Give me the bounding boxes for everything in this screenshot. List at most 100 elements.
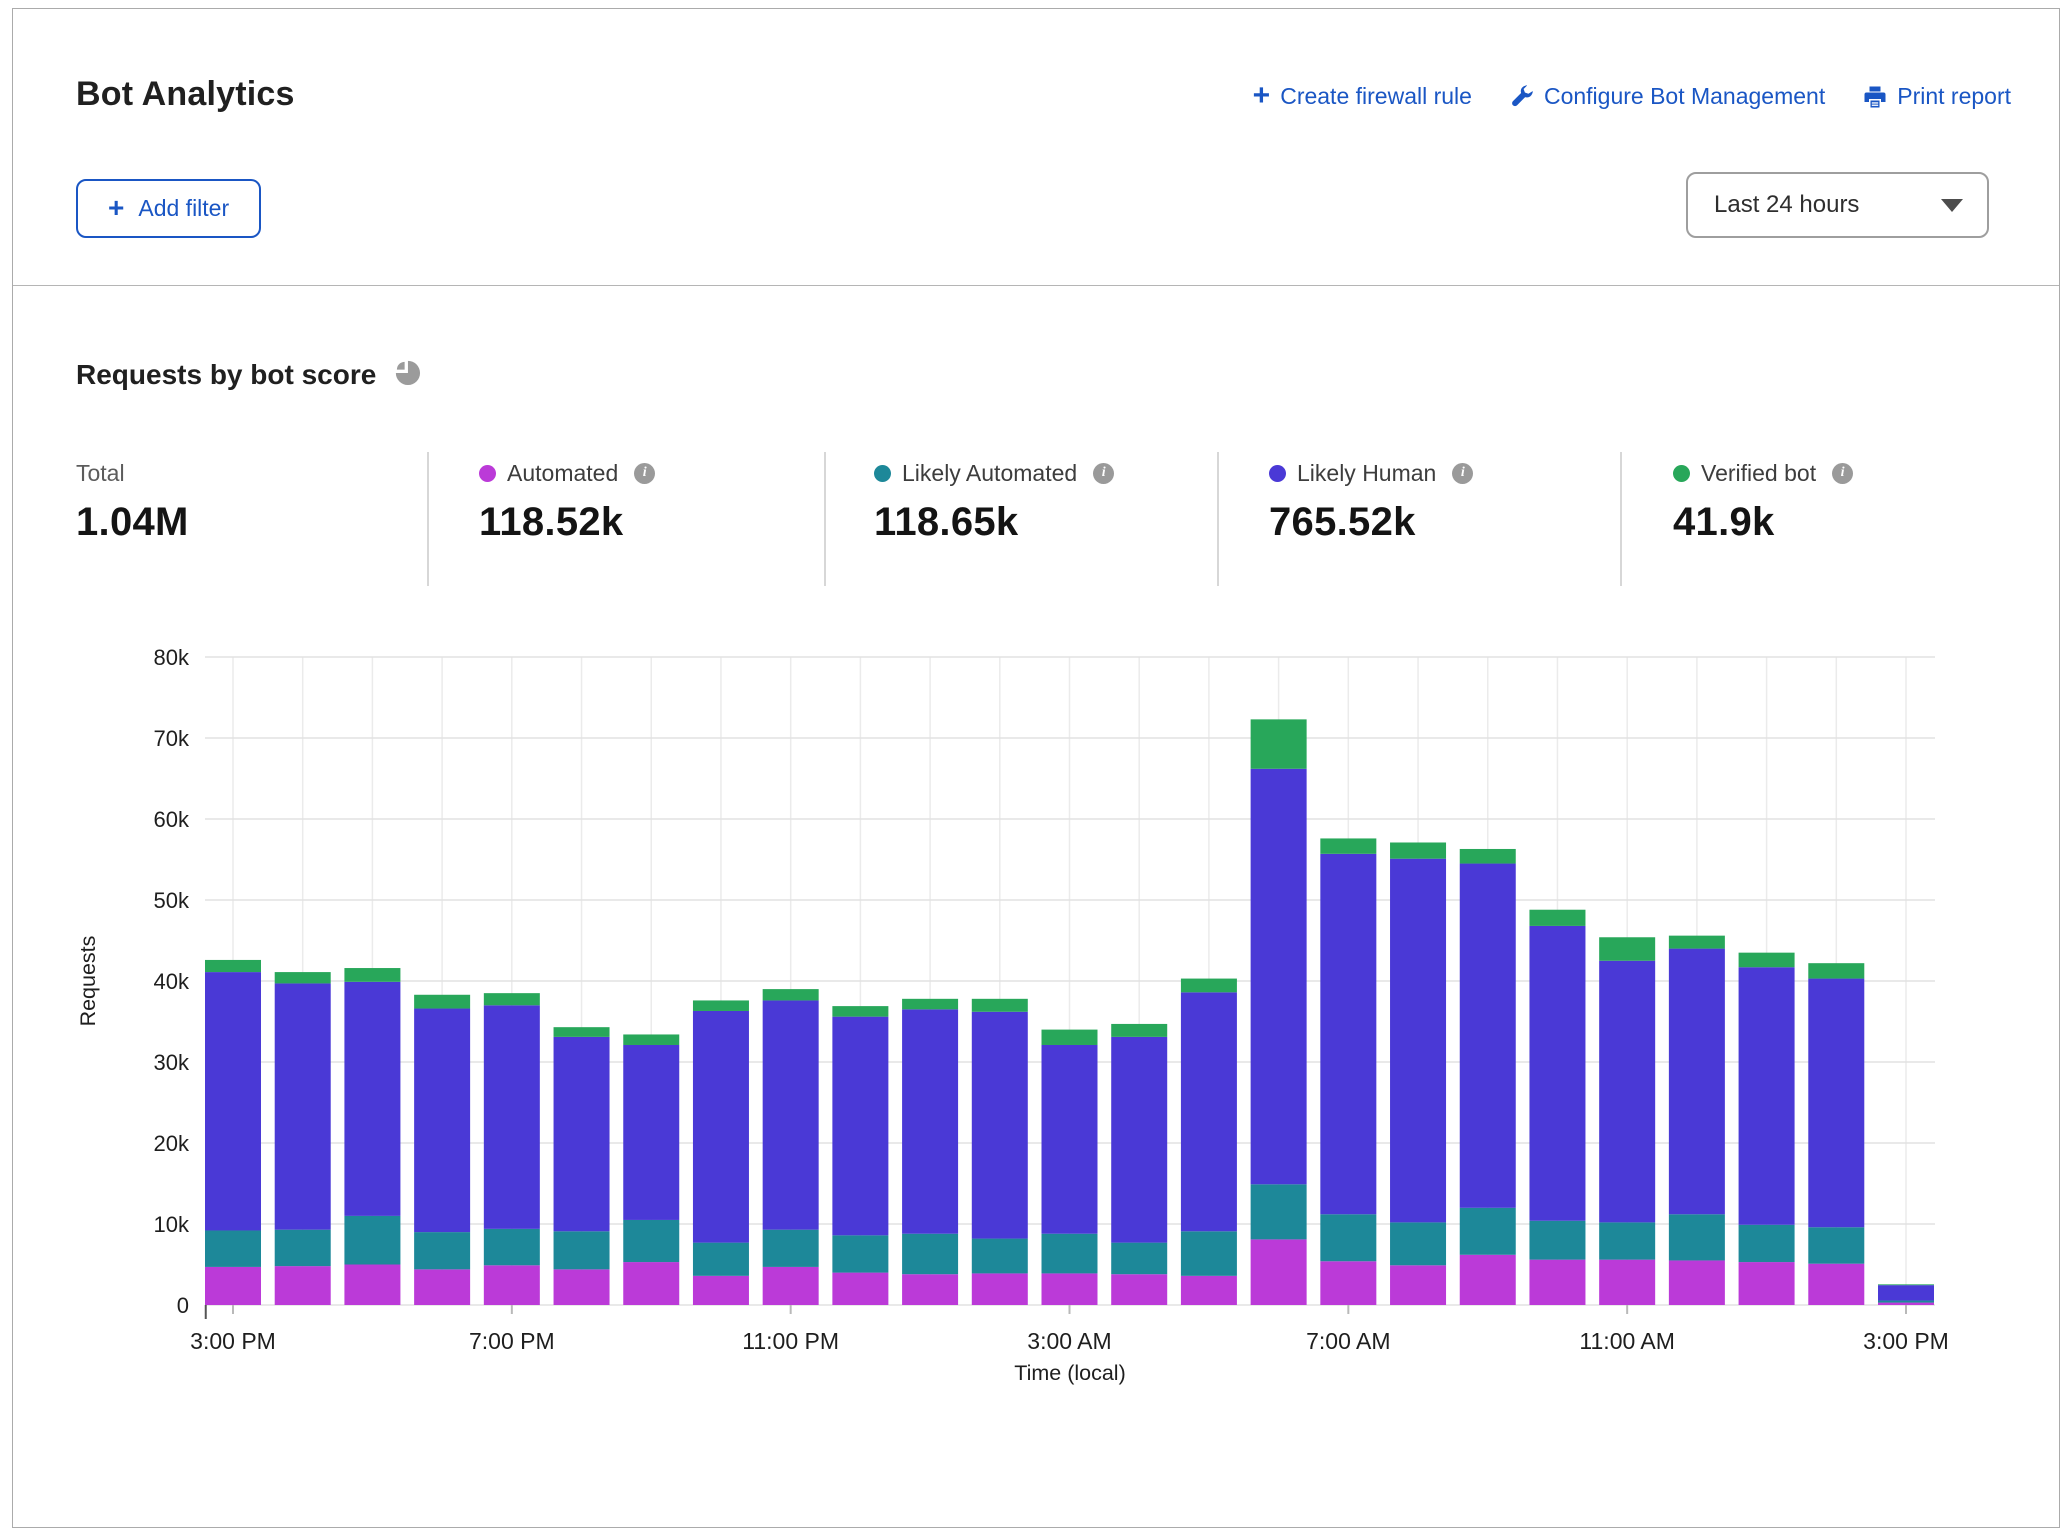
bar-segment[interactable] [972,1239,1028,1274]
bar-segment[interactable] [1599,1222,1655,1259]
bar-segment[interactable] [1878,1303,1934,1305]
bar-segment[interactable] [1599,937,1655,960]
bar-segment[interactable] [205,1230,261,1266]
bar-segment[interactable] [414,1269,470,1305]
bar-segment[interactable] [1739,1262,1795,1305]
bar-segment[interactable] [1669,1260,1725,1305]
bar-segment[interactable] [1599,1260,1655,1305]
bar-segment[interactable] [1111,1243,1167,1275]
bar-segment[interactable] [832,1273,888,1305]
bar-segment[interactable] [623,1034,679,1045]
info-icon[interactable]: i [1093,463,1114,484]
bar-segment[interactable] [902,999,958,1010]
configure-bot-management-link[interactable]: Configure Bot Management [1510,83,1825,110]
bar-segment[interactable] [763,1230,819,1267]
bar-segment[interactable] [623,1045,679,1220]
bar-segment[interactable] [902,1274,958,1305]
bar-segment[interactable] [1669,949,1725,1215]
bar-segment[interactable] [205,960,261,972]
bar-segment[interactable] [1460,849,1516,864]
bar-segment[interactable] [344,982,400,1216]
bar-segment[interactable] [1460,864,1516,1208]
bar-segment[interactable] [1808,1264,1864,1305]
bar-segment[interactable] [275,983,331,1229]
bar-segment[interactable] [275,972,331,983]
bar-segment[interactable] [205,972,261,1230]
bar-segment[interactable] [1320,1214,1376,1261]
add-filter-button[interactable]: + Add filter [76,179,261,238]
bar-segment[interactable] [972,1012,1028,1239]
bar-segment[interactable] [1878,1301,1934,1303]
bar-segment[interactable] [693,1000,749,1011]
bar-segment[interactable] [832,1006,888,1017]
bar-segment[interactable] [1251,769,1307,1185]
bar-segment[interactable] [275,1230,331,1266]
bar-segment[interactable] [1669,1214,1725,1260]
bar-segment[interactable] [1739,967,1795,1225]
bar-segment[interactable] [554,1027,610,1037]
bar-segment[interactable] [414,995,470,1009]
bar-segment[interactable] [344,1265,400,1306]
bar-segment[interactable] [1390,842,1446,858]
bar-segment[interactable] [1390,1265,1446,1305]
bar-segment[interactable] [275,1266,331,1305]
bar-segment[interactable] [484,1265,540,1305]
info-icon[interactable]: i [1832,463,1853,484]
bar-segment[interactable] [763,1000,819,1229]
bar-segment[interactable] [1042,1234,1098,1274]
bar-segment[interactable] [1320,1261,1376,1305]
bar-segment[interactable] [1111,1024,1167,1037]
bar-segment[interactable] [484,1005,540,1229]
info-icon[interactable]: i [1452,463,1473,484]
bar-segment[interactable] [1320,854,1376,1214]
bar-segment[interactable] [1529,1221,1585,1260]
bar-segment[interactable] [1251,719,1307,768]
bar-segment[interactable] [554,1269,610,1305]
bar-segment[interactable] [1739,953,1795,968]
bar-segment[interactable] [344,1216,400,1265]
bar-segment[interactable] [623,1262,679,1305]
bar-segment[interactable] [1878,1285,1934,1300]
bar-segment[interactable] [763,989,819,1000]
bar-segment[interactable] [414,1009,470,1233]
bar-segment[interactable] [832,1017,888,1236]
bar-segment[interactable] [693,1011,749,1243]
bar-segment[interactable] [1808,963,1864,978]
bar-segment[interactable] [1251,1239,1307,1305]
bar-segment[interactable] [1181,1231,1237,1276]
bar-segment[interactable] [1042,1045,1098,1234]
bar-segment[interactable] [1181,979,1237,993]
bar-segment[interactable] [1251,1184,1307,1239]
bar-segment[interactable] [554,1231,610,1269]
bar-segment[interactable] [1390,859,1446,1223]
bar-segment[interactable] [1111,1274,1167,1305]
bar-segment[interactable] [1042,1273,1098,1305]
bar-segment[interactable] [344,968,400,982]
bar-segment[interactable] [1111,1037,1167,1243]
bar-segment[interactable] [414,1232,470,1269]
bar-segment[interactable] [902,1234,958,1275]
bar-segment[interactable] [1808,979,1864,1228]
bar-segment[interactable] [623,1220,679,1262]
bar-segment[interactable] [972,999,1028,1012]
bar-segment[interactable] [1460,1208,1516,1255]
bar-segment[interactable] [1529,926,1585,1221]
bar-segment[interactable] [1390,1222,1446,1265]
bar-segment[interactable] [1181,1276,1237,1305]
bar-segment[interactable] [693,1276,749,1305]
bar-segment[interactable] [1529,1260,1585,1305]
bar-segment[interactable] [902,1009,958,1233]
info-icon[interactable]: i [634,463,655,484]
bar-segment[interactable] [1042,1030,1098,1045]
bar-segment[interactable] [484,1229,540,1265]
bar-segment[interactable] [554,1037,610,1231]
bar-segment[interactable] [484,993,540,1005]
bar-segment[interactable] [832,1235,888,1272]
bar-segment[interactable] [763,1267,819,1305]
bar-segment[interactable] [972,1273,1028,1305]
bar-segment[interactable] [1878,1284,1934,1285]
time-range-select[interactable]: Last 24 hours [1686,172,1989,238]
bar-segment[interactable] [1739,1225,1795,1262]
bar-segment[interactable] [1808,1227,1864,1263]
bar-segment[interactable] [1669,936,1725,949]
